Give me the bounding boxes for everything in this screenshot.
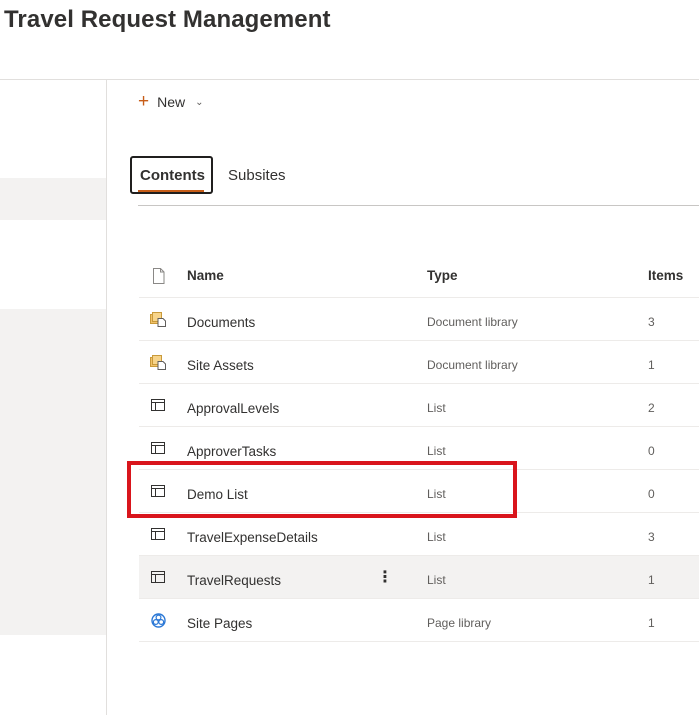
row-items: 0 xyxy=(648,487,655,501)
file-type-column-icon[interactable] xyxy=(149,254,167,297)
list-row-site-pages[interactable]: Site Pages Page library 1 xyxy=(139,599,699,642)
new-button[interactable]: + New ⌄ xyxy=(138,90,204,114)
row-items: 1 xyxy=(648,358,655,372)
row-name[interactable]: Documents xyxy=(187,298,255,343)
new-button-label: New xyxy=(157,94,186,110)
list-icon xyxy=(149,470,167,512)
tab-subsites-label: Subsites xyxy=(228,166,286,184)
list-icon xyxy=(149,384,167,426)
column-header-type[interactable]: Type xyxy=(427,254,458,297)
row-type: Page library xyxy=(427,616,492,630)
row-type: List xyxy=(427,401,446,415)
list-row-travelexpensedetails[interactable]: TravelExpenseDetails List 3 xyxy=(139,513,699,556)
row-items: 3 xyxy=(648,530,655,544)
row-items: 0 xyxy=(648,444,655,458)
list-row-travelrequests[interactable]: TravelRequests ⋮ List 1 xyxy=(139,556,699,599)
row-name[interactable]: ApproverTasks xyxy=(187,427,276,472)
row-type: List xyxy=(427,487,446,501)
row-type: List xyxy=(427,444,446,458)
list-icon xyxy=(149,513,167,555)
row-items: 1 xyxy=(648,573,655,587)
row-type: Document library xyxy=(427,315,518,329)
left-nav-selected-item[interactable] xyxy=(0,178,106,220)
list-icon xyxy=(149,427,167,469)
list-row-documents[interactable]: Documents Document library 3 xyxy=(139,298,699,341)
column-header-name[interactable]: Name xyxy=(187,254,224,297)
document-library-icon xyxy=(149,341,167,383)
row-name[interactable]: Site Assets xyxy=(187,341,254,386)
left-nav-panel xyxy=(0,309,106,635)
document-library-icon xyxy=(149,298,167,340)
list-header: Name Type Items xyxy=(139,254,699,298)
tab-subsites[interactable]: Subsites xyxy=(228,156,286,194)
tab-contents[interactable]: Contents xyxy=(130,156,213,194)
list-icon xyxy=(149,556,167,598)
row-type: List xyxy=(427,573,446,587)
row-name[interactable]: ApprovalLevels xyxy=(187,384,279,429)
page-library-icon xyxy=(149,599,167,641)
tab-selected-indicator xyxy=(138,190,204,192)
site-title: Travel Request Management xyxy=(4,6,331,33)
row-items: 2 xyxy=(648,401,655,415)
column-header-items[interactable]: Items xyxy=(648,254,683,297)
list-row-approvertasks[interactable]: ApproverTasks List 0 xyxy=(139,427,699,470)
row-name[interactable]: Demo List xyxy=(187,470,248,515)
row-items: 3 xyxy=(648,315,655,329)
list-row-demo-list[interactable]: Demo List List 0 xyxy=(139,470,699,513)
more-options-icon[interactable]: ⋮ xyxy=(377,556,393,598)
chevron-down-icon: ⌄ xyxy=(195,96,204,108)
plus-icon: + xyxy=(138,90,150,112)
tab-contents-label: Contents xyxy=(140,166,205,184)
tabs-divider xyxy=(138,205,699,206)
row-name[interactable]: Site Pages xyxy=(187,599,252,644)
row-name[interactable]: TravelExpenseDetails xyxy=(187,513,318,558)
row-type: Document library xyxy=(427,358,518,372)
list-row-approvallevels[interactable]: ApprovalLevels List 2 xyxy=(139,384,699,427)
row-type: List xyxy=(427,530,446,544)
row-name[interactable]: TravelRequests xyxy=(187,556,281,601)
row-items: 1 xyxy=(648,616,655,630)
list-row-site-assets[interactable]: Site Assets Document library 1 xyxy=(139,341,699,384)
